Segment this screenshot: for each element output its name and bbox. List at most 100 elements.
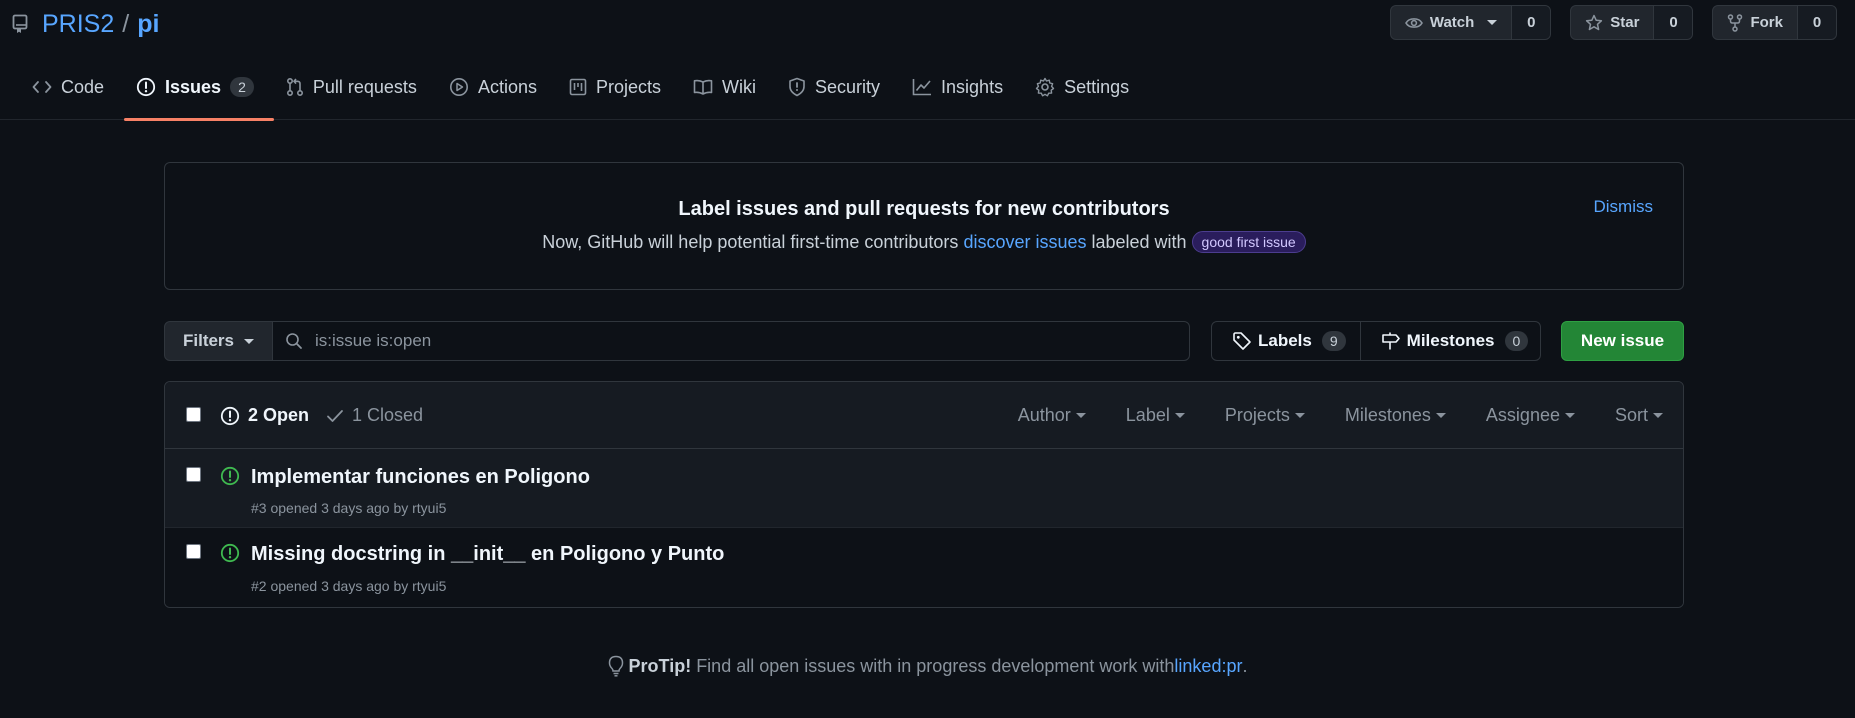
tab-settings[interactable]: Settings (1023, 70, 1149, 120)
tab-label: Projects (595, 76, 661, 97)
tab-insights[interactable]: Insights (900, 70, 1023, 120)
milestones-label: Milestones (1406, 331, 1495, 350)
tab-label: Issues (165, 76, 222, 97)
labels-milestones-group: Labels 9 Milestones 0 (1211, 321, 1541, 361)
repo-separator: / (122, 9, 130, 38)
tab-label: Code (61, 76, 105, 97)
issues-list-header: 2 Open 1 Closed Author Label Projects Mi… (165, 382, 1683, 449)
assignee-filter[interactable]: Assignee (1486, 405, 1575, 426)
sort-filter[interactable]: Sort (1615, 405, 1663, 426)
discover-issues-link[interactable]: discover issues (963, 232, 1086, 253)
protip-heading: ProTip! (628, 655, 692, 676)
chevron-down-icon (244, 338, 255, 344)
tab-label: Settings (1064, 76, 1130, 97)
issue-title-link[interactable]: Missing docstring in __init__ en Poligon… (251, 543, 724, 566)
projects-filter-label: Projects (1224, 405, 1290, 425)
milestones-filter[interactable]: Milestones (1345, 405, 1446, 426)
tab-actions[interactable]: Actions (437, 70, 557, 120)
gear-icon (1035, 77, 1055, 97)
labels-count: 9 (1321, 331, 1346, 351)
search-input[interactable] (315, 331, 1165, 351)
star-icon (1585, 14, 1603, 32)
issues-list: 2 Open 1 Closed Author Label Projects Mi… (164, 381, 1684, 608)
repo-icon (12, 14, 28, 34)
protip: ProTip! Find all open issues with in pro… (0, 655, 1855, 677)
assignee-filter-label: Assignee (1485, 405, 1560, 425)
milestones-filter-label: Milestones (1344, 405, 1431, 425)
star-button[interactable]: Star (1571, 6, 1655, 39)
chevron-down-icon (1435, 413, 1446, 418)
tab-label: Actions (477, 76, 537, 97)
protip-link-wrap: linked:pr. (1174, 656, 1247, 677)
chevron-down-icon (1075, 413, 1086, 418)
open-count-label: 2 Open (248, 405, 310, 425)
filters-button[interactable]: Filters (164, 321, 273, 361)
open-issues-toggle[interactable]: 2 Open (220, 405, 309, 426)
watch-count[interactable]: 0 (1512, 6, 1551, 39)
milestones-count: 0 (1504, 331, 1529, 351)
contributors-banner: Label issues and pull requests for new c… (164, 162, 1684, 290)
repo-title: PRIS2 / pi (12, 8, 159, 40)
tab-label: Security (815, 76, 881, 97)
chevron-down-icon (1174, 413, 1185, 418)
fork-button[interactable]: Fork (1713, 6, 1798, 39)
sort-filter-label: Sort (1614, 405, 1648, 425)
fork-label: Fork (1750, 14, 1783, 31)
repo-owner-link[interactable]: PRIS2 (42, 10, 114, 39)
shield-icon (788, 77, 806, 97)
issue-checkbox[interactable] (186, 467, 201, 482)
closed-count-label: 1 Closed (352, 405, 424, 425)
banner-text: Now, GitHub will help potential first-ti… (165, 231, 1683, 253)
watch-button[interactable]: Watch (1391, 6, 1513, 39)
tab-projects[interactable]: Projects (557, 70, 681, 120)
tab-issues[interactable]: Issues 2 (124, 70, 274, 121)
issue-open-icon (220, 543, 240, 563)
author-filter-label: Author (1017, 405, 1071, 425)
label-filter-label: Label (1125, 405, 1170, 425)
project-icon (569, 78, 587, 96)
star-count[interactable]: 0 (1654, 6, 1693, 39)
chevron-down-icon (1487, 20, 1498, 25)
chevron-down-icon (1564, 413, 1575, 418)
dismiss-button[interactable]: Dismiss (1594, 197, 1654, 217)
tab-code[interactable]: Code (20, 70, 124, 120)
issue-meta: #2 opened 3 days ago by rtyui5 (251, 578, 447, 594)
light-bulb-icon (608, 655, 624, 677)
issues-count-badge: 2 (230, 77, 254, 97)
author-filter[interactable]: Author (1018, 405, 1086, 426)
tab-wiki[interactable]: Wiki (681, 70, 776, 120)
repo-actions: Watch 0 Star 0 Fork 0 (1389, 5, 1837, 40)
star-label: Star (1610, 14, 1640, 31)
search-icon (285, 332, 303, 350)
fork-count[interactable]: 0 (1798, 6, 1836, 39)
filters-label: Filters (182, 331, 235, 350)
label-filter[interactable]: Label (1126, 405, 1185, 426)
banner-text-after: labeled with (1091, 231, 1187, 252)
milestones-button[interactable]: Milestones 0 (1359, 322, 1543, 360)
repo-name-link[interactable]: pi (137, 10, 159, 39)
pull-request-icon (286, 77, 304, 97)
play-icon (449, 77, 469, 97)
protip-end: . (1242, 655, 1248, 676)
banner-text-before: Now, GitHub will help potential first-ti… (542, 231, 959, 252)
select-all-checkbox[interactable] (186, 407, 201, 422)
labels-button[interactable]: Labels 9 (1212, 322, 1360, 360)
code-icon (32, 79, 52, 95)
tab-pull-requests[interactable]: Pull requests (274, 70, 437, 120)
new-issue-button[interactable]: New issue (1561, 321, 1684, 361)
closed-issues-toggle[interactable]: 1 Closed (326, 405, 423, 426)
tag-icon (1232, 331, 1252, 351)
good-first-issue-label[interactable]: good first issue (1191, 231, 1306, 253)
linked-pr-link[interactable]: linked:pr (1174, 656, 1242, 677)
list-filters: Author Label Projects Milestones Assigne… (1018, 382, 1663, 449)
fork-button-group: Fork 0 (1712, 5, 1837, 40)
issue-row: Missing docstring in __init__ en Poligon… (165, 528, 1683, 607)
chevron-down-icon (1653, 413, 1663, 418)
labels-label: Labels (1258, 331, 1312, 350)
issue-checkbox[interactable] (186, 544, 201, 559)
projects-filter[interactable]: Projects (1225, 405, 1305, 426)
tab-security[interactable]: Security (776, 70, 900, 120)
issue-search (272, 321, 1190, 361)
watch-button-group: Watch 0 (1389, 5, 1552, 40)
issue-title-link[interactable]: Implementar funciones en Poligono (251, 466, 590, 489)
